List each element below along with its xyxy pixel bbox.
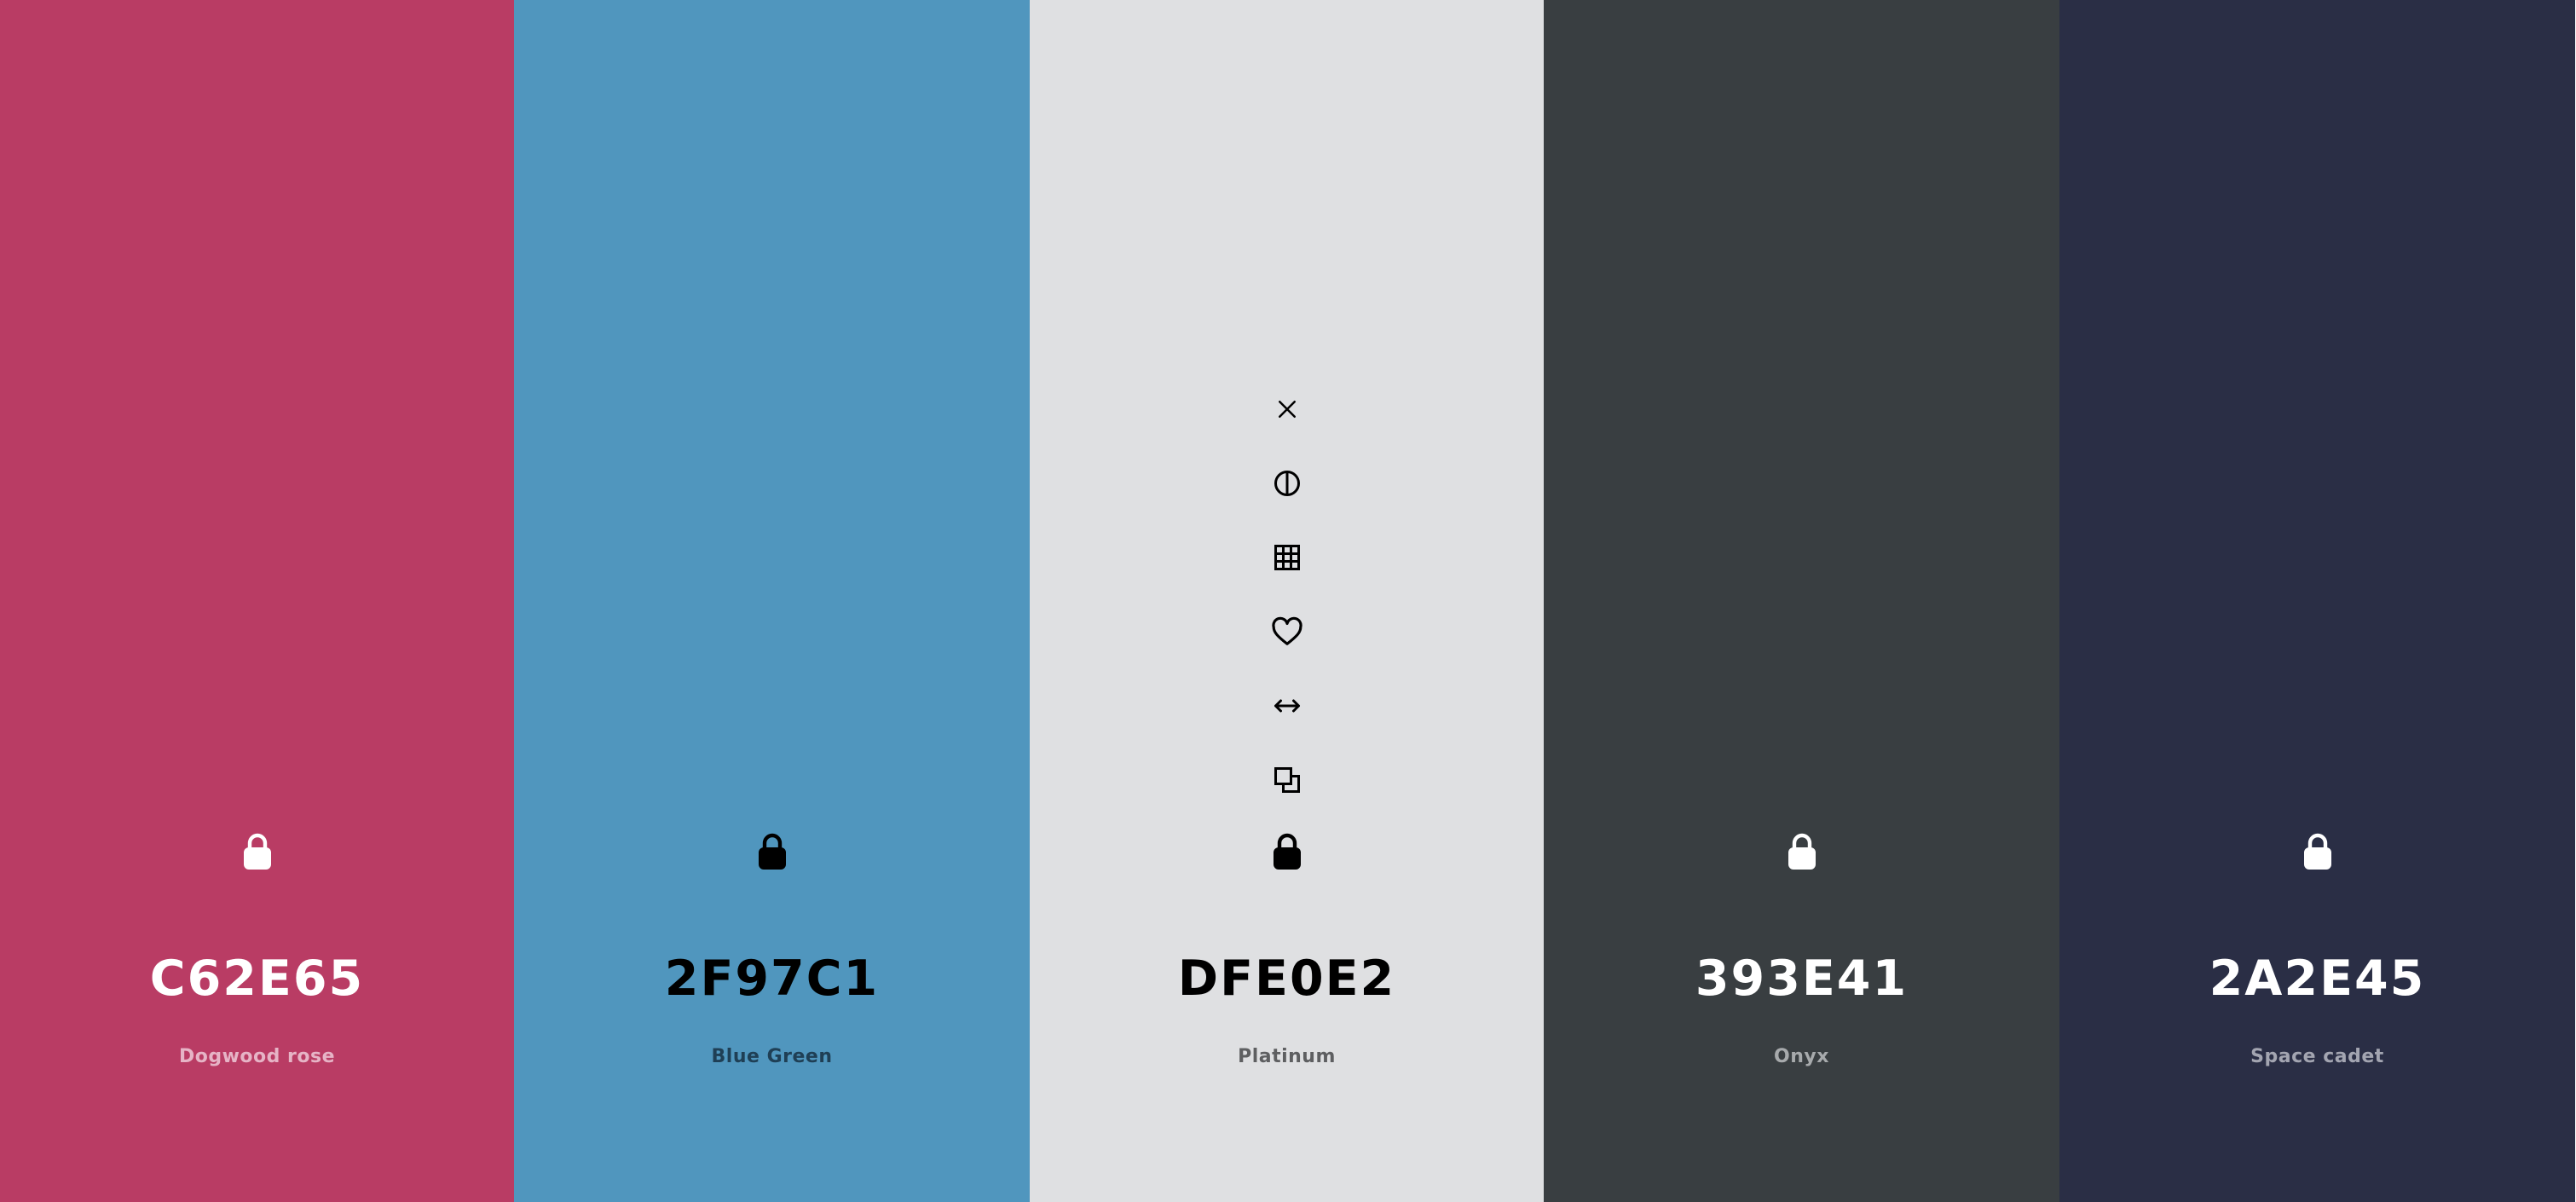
lock-icon	[1785, 830, 1819, 875]
color-name[interactable]: Space cadet	[2059, 1043, 2575, 1071]
resize-horizontal-icon	[1272, 696, 1302, 716]
copy-icon	[1272, 765, 1302, 795]
remove-color-button[interactable]	[1267, 389, 1308, 430]
swatch-onyx[interactable]: 393E41 Onyx	[1544, 0, 2059, 1202]
color-name[interactable]: Dogwood rose	[0, 1043, 514, 1071]
heart-icon	[1271, 616, 1303, 647]
grid-icon	[1272, 542, 1302, 573]
close-icon	[1274, 396, 1300, 422]
lock-icon	[1270, 830, 1304, 875]
hex-code[interactable]: C62E65	[0, 945, 514, 1013]
color-palette: C62E65 Dogwood rose 2F97C1 Blue Green DF…	[0, 0, 2576, 1202]
lock-button[interactable]	[1544, 832, 2059, 873]
lock-icon	[240, 830, 274, 875]
view-shades-button[interactable]	[1267, 463, 1308, 504]
swatch-blue-green[interactable]: 2F97C1 Blue Green	[514, 0, 1030, 1202]
hex-code[interactable]: 2A2E45	[2059, 945, 2575, 1013]
favorite-button[interactable]	[1267, 611, 1308, 652]
contrast-icon	[1272, 468, 1302, 499]
lock-button[interactable]	[0, 832, 514, 873]
lock-icon	[755, 830, 789, 875]
swatch-dogwood-rose[interactable]: C62E65 Dogwood rose	[0, 0, 514, 1202]
lock-icon	[2301, 830, 2335, 875]
drag-button[interactable]	[1267, 685, 1308, 726]
copy-hex-button[interactable]	[1267, 760, 1308, 800]
view-grid-button[interactable]	[1267, 537, 1308, 578]
swatch-space-cadet[interactable]: 2A2E45 Space cadet	[2059, 0, 2575, 1202]
hex-code[interactable]: 393E41	[1544, 945, 2059, 1013]
color-name[interactable]: Platinum	[1030, 1043, 1544, 1071]
lock-button[interactable]	[2059, 832, 2575, 873]
color-name[interactable]: Onyx	[1544, 1043, 2059, 1071]
hex-code[interactable]: DFE0E2	[1030, 945, 1544, 1013]
swatch-platinum[interactable]: DFE0E2 Platinum	[1030, 0, 1544, 1202]
lock-button[interactable]	[1030, 832, 1544, 873]
swatch-toolbar	[1030, 389, 1544, 834]
color-name[interactable]: Blue Green	[514, 1043, 1030, 1071]
hex-code[interactable]: 2F97C1	[514, 945, 1030, 1013]
lock-button[interactable]	[514, 832, 1030, 873]
